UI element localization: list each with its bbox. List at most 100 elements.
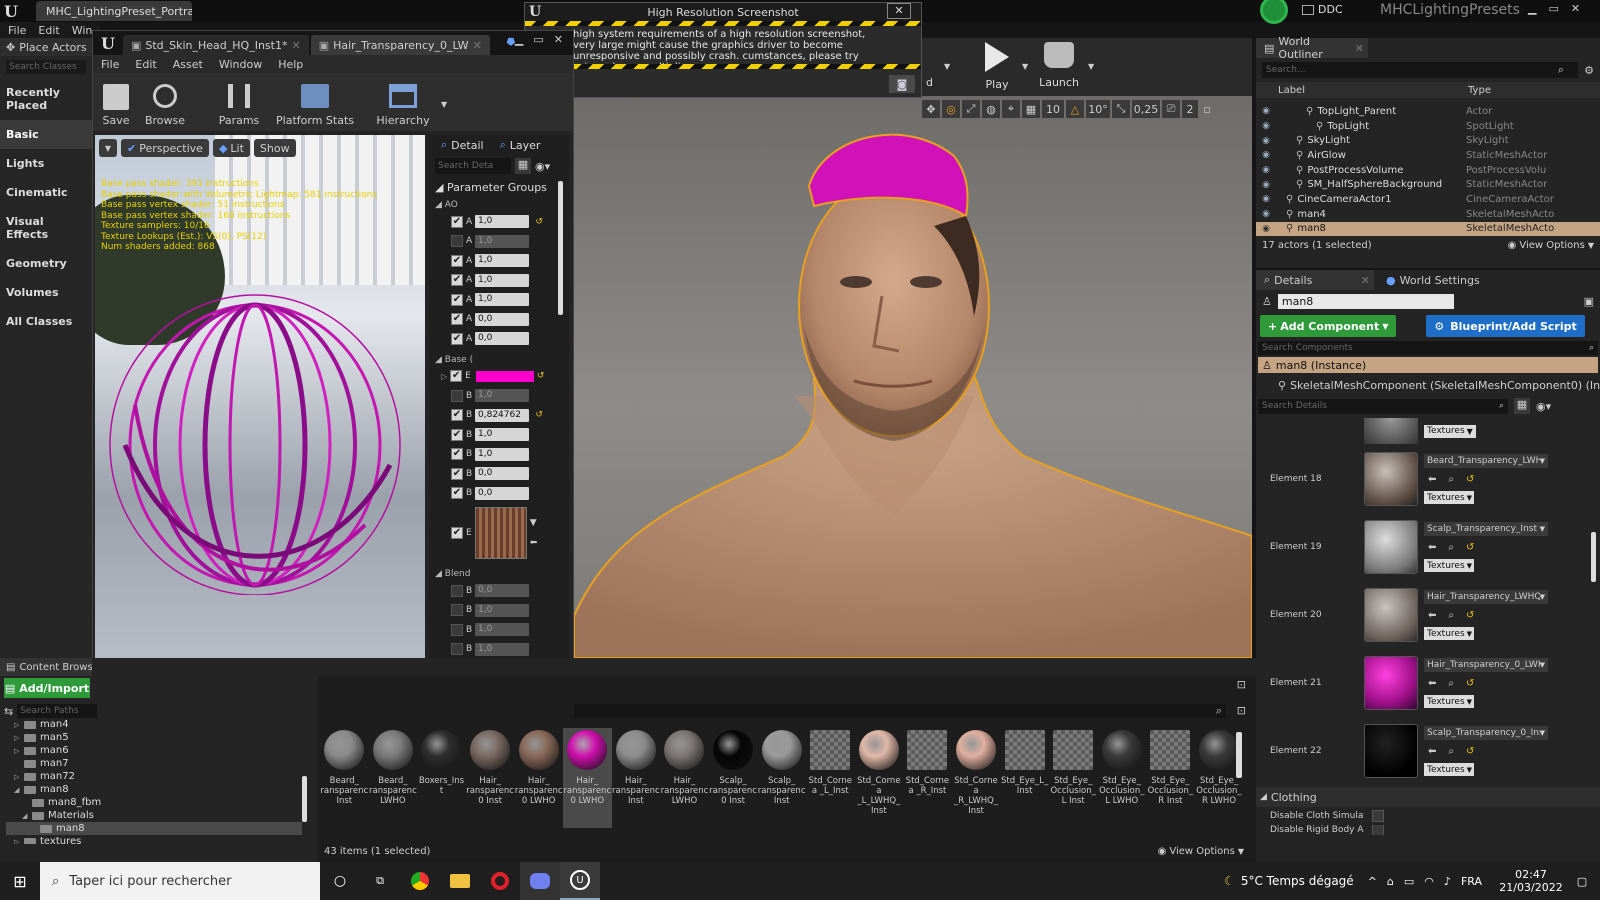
unreal-taskbar-icon[interactable]: U <box>560 862 600 900</box>
details-scrollbar[interactable] <box>1591 532 1596 582</box>
base-color-swatch[interactable] <box>475 370 534 382</box>
material-combo[interactable]: Beard_Transparency_LWHQ ▼ <box>1424 454 1548 468</box>
asset-tile[interactable]: Hair_ ransparenc Inst <box>612 728 661 828</box>
menu-window[interactable]: Window <box>219 58 262 71</box>
param-value-field[interactable]: 1,0 <box>475 428 529 442</box>
tab-world-settings[interactable]: ● World Settings <box>1376 270 1480 290</box>
tab-details[interactable]: ⌕ Details ✕ <box>1256 270 1374 290</box>
param-checkbox[interactable]: ✔ <box>451 527 463 539</box>
param-checkbox[interactable]: ✔ <box>451 409 463 422</box>
texture-dropdown-icon[interactable]: ▼ <box>530 518 538 528</box>
maximize-icon[interactable]: ▭ <box>533 33 543 46</box>
expand-arrow-icon[interactable]: ▷ <box>14 747 24 755</box>
param-value-field[interactable]: 1,0 <box>475 293 529 307</box>
menu-file[interactable]: File <box>101 58 119 71</box>
eye-icon[interactable]: ◉ <box>1256 150 1276 160</box>
asset-tile[interactable]: Std_Eye_ Occlusion_ L LWHO <box>1098 728 1147 828</box>
textures-dropdown[interactable]: Textures ▼ <box>1424 559 1474 572</box>
file-explorer-icon[interactable] <box>440 874 480 888</box>
reset-to-default-icon[interactable]: ↺ <box>1466 678 1474 689</box>
param-checkbox[interactable]: ✔ <box>450 370 463 383</box>
category-recently-placed[interactable]: Recently Placed <box>0 78 92 120</box>
param-checkbox[interactable]: ✔ <box>451 467 463 480</box>
param-checkbox[interactable]: ✔ <box>451 274 463 287</box>
level-tab[interactable]: MHC_LightingPreset_Portra <box>36 1 192 21</box>
eye-icon[interactable]: ◉ <box>1256 165 1276 175</box>
material-combo[interactable]: Hair_Transparency_0_LWHC ▼ <box>1424 658 1548 672</box>
tab-close-icon[interactable]: ✕ <box>473 39 482 52</box>
outliner-search-input[interactable]: Search... <box>1262 62 1579 78</box>
textures-dropdown[interactable]: Textures ▼ <box>1424 763 1474 776</box>
asset-filter-icon[interactable]: ⊡ <box>1237 704 1246 717</box>
window-pin-icon[interactable]: ⯂ <box>506 36 515 50</box>
outliner-row[interactable]: ◉ ⚲ AirGlow StaticMeshActor <box>1256 148 1600 163</box>
component-row[interactable]: ⚲ SkeletalMeshComponent (SkeletalMeshComp… <box>1256 375 1600 395</box>
language-indicator[interactable]: FRA <box>1461 875 1482 888</box>
scale-snap-value[interactable]: 0,25 <box>1132 100 1160 118</box>
lock-icon[interactable]: ▣ <box>1584 295 1594 308</box>
material-combo[interactable]: Scalp_Transparency_Inst ▼ <box>1424 522 1548 536</box>
asset-tile[interactable]: Hair_ ransparenc LWHO <box>660 728 709 828</box>
asset-lock-icon[interactable]: ⊡ <box>1237 678 1246 691</box>
material-combo[interactable]: Hair_Transparency_LWHQ_I ▼ <box>1424 590 1548 604</box>
blueprint-button[interactable]: ⚙ Blueprint/Add Script <box>1426 315 1585 337</box>
folder-tree-item[interactable]: ◢ man8 <box>6 783 302 796</box>
menu-edit[interactable]: Edit <box>38 24 59 37</box>
play-dropdown-icon[interactable]: ▼ <box>1022 62 1028 71</box>
grid-snap-icon[interactable]: ▦ <box>1022 100 1040 118</box>
tab-detail[interactable]: ⌕ Detail <box>435 138 490 152</box>
asset-tile[interactable]: Std_Cornea _R_LWHQ_ Inst <box>952 728 1001 828</box>
asset-tile[interactable]: Boxers_Inst <box>417 728 466 828</box>
asset-tile[interactable]: Std_Cornea _L_LWHQ_ Inst <box>855 728 904 828</box>
parameter-groups-header[interactable]: ◢ Parameter Groups <box>429 177 569 198</box>
asset-scrollbar[interactable] <box>1236 732 1242 778</box>
visibility-icon[interactable]: ◉▾ <box>1536 400 1551 413</box>
perspective-button[interactable]: ✔ Perspective <box>121 139 209 157</box>
outliner-row[interactable]: ◉ ⚲ man4 SkeletalMeshActo <box>1256 207 1600 222</box>
eye-icon[interactable]: ◉ <box>1256 121 1276 131</box>
network-icon[interactable]: ⌂ <box>1387 875 1394 888</box>
camera-speed-icon[interactable]: ⎚ <box>1162 100 1180 118</box>
param-checkbox[interactable]: ✔ <box>451 215 463 228</box>
scale-mode-icon[interactable]: ⤢ <box>962 100 980 118</box>
expand-arrow-icon[interactable]: ◢ <box>22 812 32 820</box>
search-components-input[interactable]: Search Components ⌕ <box>1258 341 1598 355</box>
category-basic[interactable]: Basic <box>0 120 92 149</box>
tab-hair-transparency[interactable]: ▣ Hair_Transparency_0_LW ✕ <box>310 35 490 55</box>
asset-tile[interactable]: Std_Eye_L_ Inst <box>1000 728 1049 828</box>
save-button[interactable]: Save <box>97 84 135 127</box>
param-value-field[interactable]: 1,0 <box>475 234 529 248</box>
param-value-field[interactable]: 1,0 <box>475 254 529 268</box>
material-thumbnail[interactable] <box>1364 452 1418 506</box>
disable-cloth-checkbox[interactable] <box>1372 810 1384 822</box>
taskbar-search-box[interactable]: ⌕ Taper ici pour rechercher <box>40 862 320 900</box>
eye-icon[interactable]: ◉ <box>1256 106 1276 116</box>
texture-thumbnail[interactable] <box>474 507 527 559</box>
asset-search-input[interactable]: ⌕ <box>574 704 1226 718</box>
param-value-field[interactable]: 0,824762 <box>475 408 529 422</box>
browse-icon[interactable]: ⌕ <box>1448 678 1454 689</box>
hierarchy-dropdown-icon[interactable]: ▼ <box>441 100 447 109</box>
expand-arrow-icon[interactable]: ▷ <box>14 773 24 781</box>
param-value-field[interactable]: 1,0 <box>475 389 529 403</box>
outliner-row[interactable]: ◉ ⚲ CineCameraActor1 CineCameraActor <box>1256 192 1600 207</box>
folder-tree-item[interactable]: man7 <box>6 757 302 770</box>
level-viewport[interactable]: ✥ ◎ ⤢ ◍ ⌖ ▦ 10 △ 10° ⤡ 0,25 ⎚ 2 ▫ <box>574 96 1252 658</box>
param-value-field[interactable]: 1,0 <box>475 623 529 637</box>
reset-to-default-icon[interactable]: ↺ <box>1466 474 1474 485</box>
param-value-field[interactable]: 1,0 <box>475 215 529 229</box>
param-checkbox[interactable] <box>451 389 463 402</box>
expand-arrow-icon[interactable]: ▷ <box>14 838 24 845</box>
group-base-header[interactable]: ◢ Base ( <box>429 349 569 367</box>
folder-tree-item[interactable]: ▷ man4 <box>6 718 302 731</box>
param-checkbox[interactable]: ✔ <box>451 428 463 441</box>
chevron-up-icon[interactable]: ^ <box>1368 875 1377 888</box>
ddc-indicator[interactable]: DDC <box>1302 3 1343 16</box>
expand-arrow-icon[interactable]: ▷ <box>14 721 24 729</box>
folder-tree-item[interactable]: ▷ man72 <box>6 770 302 783</box>
outliner-row[interactable]: ◉ ⚲ man8 SkeletalMeshActo <box>1256 221 1600 237</box>
textures-dropdown[interactable]: Textures ▼ <box>1424 491 1474 504</box>
close-icon[interactable]: ✕ <box>554 33 563 46</box>
asset-tile[interactable]: Scalp_ ransparenc 0 Inst <box>709 728 758 828</box>
param-checkbox[interactable]: ✔ <box>451 254 463 267</box>
